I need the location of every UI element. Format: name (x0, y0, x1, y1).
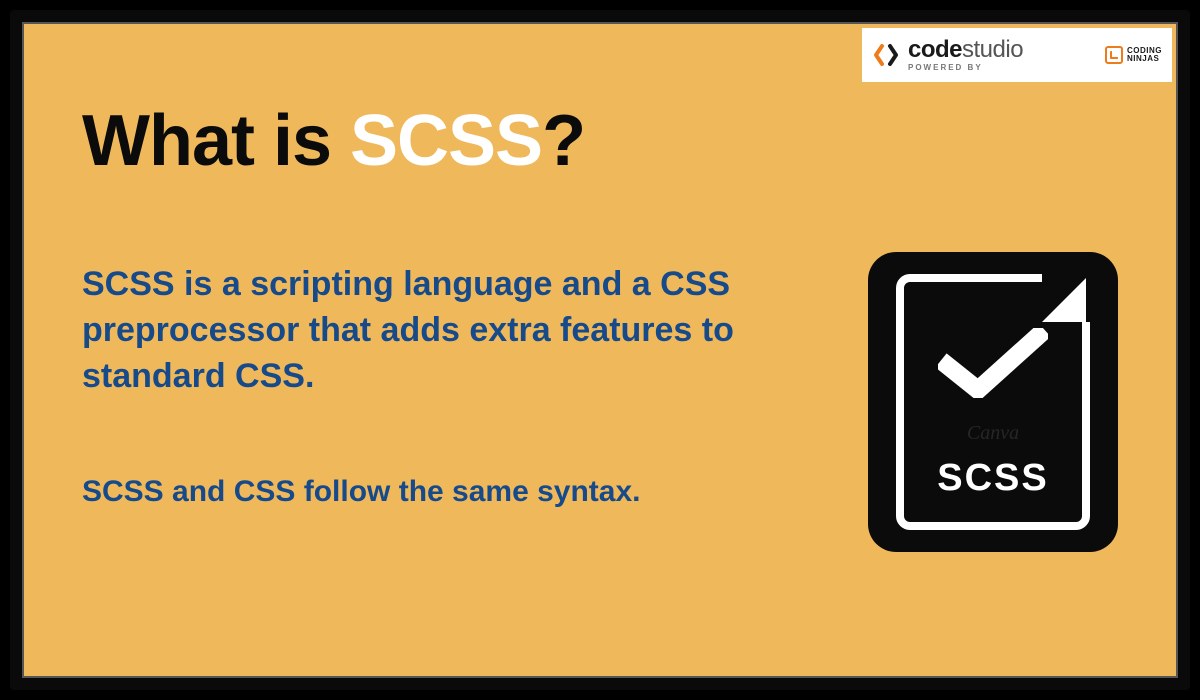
canva-watermark: Canva (904, 422, 1082, 445)
ninja-icon (1105, 46, 1123, 64)
logo-subtext: POWERED BY (908, 64, 1023, 72)
logo-main-light: studio (962, 36, 1023, 63)
scss-file-illustration: Canva SCSS (868, 252, 1118, 552)
slide-heading: What is SCSS? (82, 100, 585, 182)
codestudio-mark-icon (872, 41, 900, 69)
scss-label: SCSS (904, 457, 1082, 500)
slide-frame: codestudio POWERED BY CODING NINJAS What… (10, 10, 1190, 690)
heading-highlight: SCSS (350, 101, 542, 181)
logo-main-bold: code (908, 36, 962, 63)
heading-part1: What is (82, 101, 350, 181)
ninjas-line2: NINJAS (1127, 55, 1162, 63)
checkmark-icon (938, 328, 1048, 398)
brand-logo-badge: codestudio POWERED BY CODING NINJAS (862, 28, 1172, 82)
heading-part2: ? (542, 101, 585, 181)
codestudio-wordmark: codestudio POWERED BY (908, 38, 1023, 72)
coding-ninjas-mark: CODING NINJAS (1105, 46, 1162, 64)
body-paragraph-1: SCSS is a scripting language and a CSS p… (82, 262, 802, 400)
file-fold-icon (1042, 274, 1090, 322)
body-paragraph-2: SCSS and CSS follow the same syntax. (82, 472, 802, 513)
